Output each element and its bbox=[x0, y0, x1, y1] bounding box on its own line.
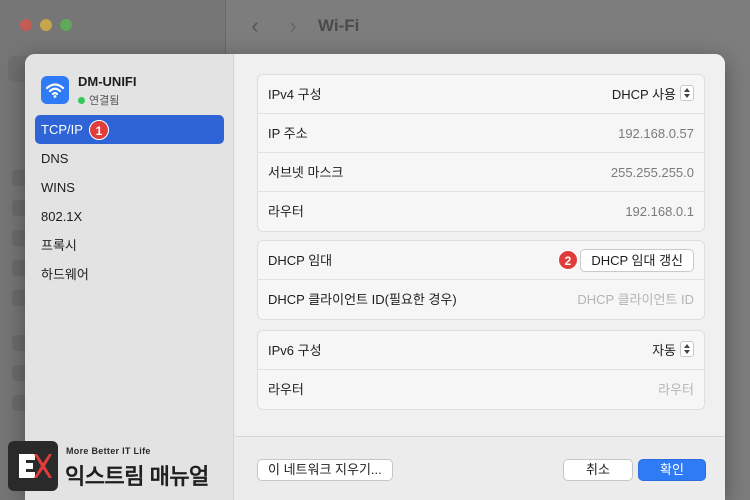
router-value: 192.168.0.1 bbox=[625, 204, 694, 219]
ipv6-config-label: IPv6 구성 bbox=[268, 343, 322, 358]
ipv4-group: IPv4 구성 DHCP 사용 IP 주소 192.168.0.57 서브넷 마… bbox=[257, 74, 705, 232]
dhcp-lease-row: DHCP 임대 2 DHCP 임대 갱신 bbox=[258, 241, 704, 280]
tcpip-settings-pane: IPv4 구성 DHCP 사용 IP 주소 192.168.0.57 서브넷 마… bbox=[235, 54, 725, 436]
dhcp-lease-label: DHCP 임대 bbox=[268, 253, 333, 268]
forward-chevron-icon[interactable]: › bbox=[282, 14, 304, 38]
step-badge: 1 bbox=[89, 120, 109, 140]
ipv4-config-value: DHCP 사용 bbox=[611, 87, 676, 102]
sidebar-item-label: 프록시 bbox=[41, 238, 77, 253]
sidebar-item-label: DNS bbox=[41, 151, 69, 166]
site-watermark: More Better IT Life 익스트림 매뉴얼 bbox=[8, 441, 230, 493]
wifi-icon bbox=[41, 76, 69, 104]
sidebar-item-8021x[interactable]: 802.1X bbox=[35, 202, 224, 231]
ip-address-row: IP 주소 192.168.0.57 bbox=[258, 114, 704, 153]
network-details-sheet: DM-UNIFI 연결됨 TCP/IP 1 DNS WINS 802.1X 프록… bbox=[25, 54, 725, 500]
sidebar-item-hardware[interactable]: 하드웨어 bbox=[35, 260, 224, 289]
cancel-button[interactable]: 취소 bbox=[563, 459, 633, 481]
details-sidebar: DM-UNIFI 연결됨 TCP/IP 1 DNS WINS 802.1X 프록… bbox=[25, 54, 234, 500]
step-badge: 2 bbox=[558, 250, 578, 270]
sidebar-item-proxy[interactable]: 프록시 bbox=[35, 231, 224, 260]
ipv6-router-row: 라우터 라우터 bbox=[258, 370, 704, 409]
ip-address-label: IP 주소 bbox=[268, 126, 308, 141]
window-title: Wi-Fi bbox=[318, 16, 360, 35]
sidebar-item-label: TCP/IP bbox=[41, 122, 83, 137]
router-label: 라우터 bbox=[268, 204, 304, 219]
updown-stepper-icon bbox=[680, 341, 694, 357]
ipv4-config-popup[interactable]: DHCP 사용 bbox=[612, 85, 694, 105]
ipv4-config-row: IPv4 구성 DHCP 사용 bbox=[258, 75, 704, 114]
ipv6-config-row: IPv6 구성 자동 bbox=[258, 331, 704, 370]
sidebar-item-label: WINS bbox=[41, 180, 75, 195]
subnet-mask-label: 서브넷 마스크 bbox=[268, 165, 344, 180]
zoom-window-button[interactable] bbox=[60, 19, 72, 31]
ipv4-config-label: IPv4 구성 bbox=[268, 87, 322, 102]
updown-stepper-icon bbox=[680, 85, 694, 101]
dhcp-group: DHCP 임대 2 DHCP 임대 갱신 DHCP 클라이언트 ID(필요한 경… bbox=[257, 240, 705, 320]
network-name: DM-UNIFI bbox=[78, 74, 137, 89]
forget-network-button[interactable]: 이 네트워크 지우기... bbox=[257, 459, 393, 481]
ex-logo-icon bbox=[8, 441, 58, 491]
ip-address-value: 192.168.0.57 bbox=[618, 126, 694, 141]
network-header: DM-UNIFI 연결됨 bbox=[41, 74, 226, 110]
watermark-tagline: More Better IT Life bbox=[66, 446, 151, 456]
watermark-name: 익스트림 매뉴얼 bbox=[65, 464, 209, 489]
network-status-label: 연결됨 bbox=[89, 95, 120, 107]
ipv6-router-label: 라우터 bbox=[268, 382, 304, 397]
sidebar-item-dns[interactable]: DNS bbox=[35, 144, 224, 173]
ipv6-router-input[interactable]: 라우터 bbox=[658, 370, 694, 409]
ipv6-group: IPv6 구성 자동 라우터 라우터 bbox=[257, 330, 705, 410]
sidebar-item-wins[interactable]: WINS bbox=[35, 173, 224, 202]
sidebar-item-label: 802.1X bbox=[41, 209, 83, 224]
dhcp-client-id-row: DHCP 클라이언트 ID(필요한 경우) DHCP 클라이언트 ID bbox=[258, 280, 704, 319]
renew-dhcp-lease-button[interactable]: DHCP 임대 갱신 bbox=[580, 249, 694, 272]
connected-dot-icon bbox=[78, 97, 85, 104]
dhcp-client-id-input[interactable]: DHCP 클라이언트 ID bbox=[577, 280, 694, 319]
router-row: 라우터 192.168.0.1 bbox=[258, 192, 704, 231]
details-nav-list: TCP/IP 1 DNS WINS 802.1X 프록시 하드웨어 bbox=[35, 115, 224, 289]
subnet-mask-row: 서브넷 마스크 255.255.255.0 bbox=[258, 153, 704, 192]
sheet-footer: 이 네트워크 지우기... 취소 확인 bbox=[235, 436, 725, 500]
ok-button[interactable]: 확인 bbox=[638, 459, 706, 481]
subnet-mask-value: 255.255.255.0 bbox=[610, 165, 694, 180]
ipv6-config-popup[interactable]: 자동 bbox=[652, 341, 694, 361]
ipv6-config-value: 자동 bbox=[652, 343, 676, 358]
close-window-button[interactable] bbox=[20, 19, 32, 31]
network-status: 연결됨 bbox=[78, 92, 119, 108]
minimize-window-button[interactable] bbox=[40, 19, 52, 31]
sidebar-item-tcpip[interactable]: TCP/IP 1 bbox=[35, 115, 224, 144]
sidebar-item-label: 하드웨어 bbox=[41, 267, 89, 282]
back-chevron-icon[interactable]: ‹ bbox=[244, 14, 266, 38]
dhcp-client-id-label: DHCP 클라이언트 ID(필요한 경우) bbox=[268, 292, 457, 307]
